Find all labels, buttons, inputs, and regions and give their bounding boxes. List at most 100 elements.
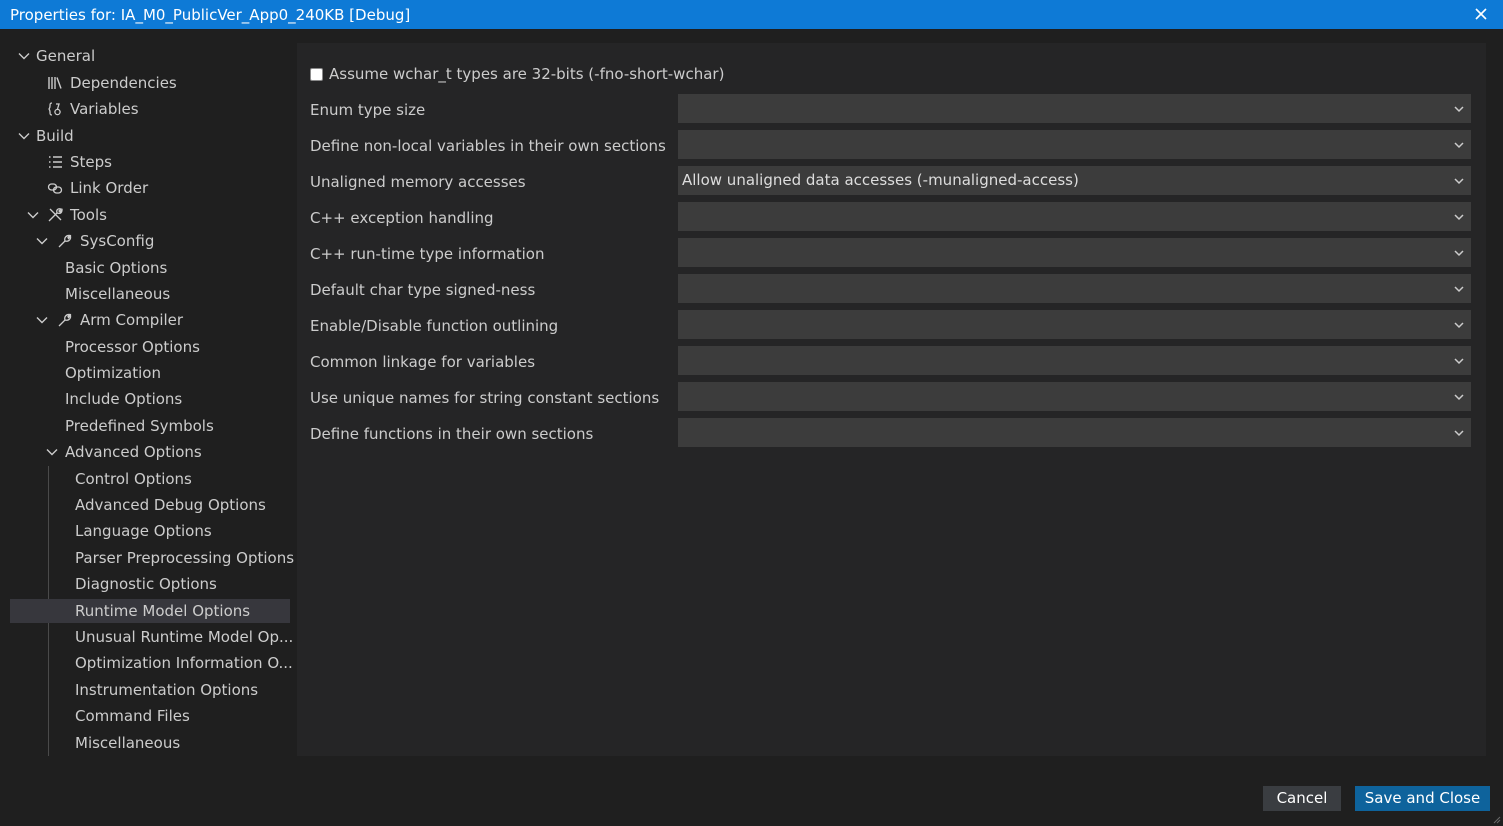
tree-item-processor-options[interactable]: Processor Options (10, 335, 290, 359)
select-cpp-exception-handling[interactable] (678, 202, 1471, 231)
select-cpp-rtti[interactable] (678, 238, 1471, 267)
select-value: Allow unaligned data accesses (-munalign… (682, 171, 1079, 189)
tree-item-unusual-runtime-model-options[interactable]: Unusual Runtime Model Op... (10, 625, 294, 649)
option-label-enum-type-size: Enum type size (310, 101, 426, 119)
tree-item-label: Build (36, 127, 74, 145)
chevron-down-icon[interactable] (36, 235, 48, 247)
tree-item-include-options[interactable]: Include Options (10, 387, 290, 411)
tree-item-label: Steps (70, 153, 112, 171)
tree-item-dependencies[interactable]: Dependencies (10, 71, 290, 95)
tree-item-advanced-miscellaneous[interactable]: Miscellaneous (10, 731, 290, 755)
wchar-32bit-checkbox-row[interactable]: Assume wchar_t types are 32-bits (-fno-s… (310, 64, 724, 84)
option-label-function-sections: Define functions in their own sections (310, 425, 594, 443)
option-label-char-signedness: Default char type signed-ness (310, 281, 536, 299)
option-label-cpp-exception-handling: C++ exception handling (310, 209, 494, 227)
chevron-down-icon[interactable] (18, 50, 30, 62)
option-label-common-linkage: Common linkage for variables (310, 353, 536, 371)
tree-item-runtime-model-options[interactable]: Runtime Model Options (10, 599, 290, 623)
cancel-button[interactable]: Cancel (1263, 786, 1341, 811)
tree-item-label: Language Options (75, 522, 212, 540)
tree-item-basic-options[interactable]: Basic Options (10, 256, 290, 280)
chevron-down-icon (1454, 322, 1464, 329)
option-label-function-outlining: Enable/Disable function outlining (310, 317, 559, 335)
tree-item-build[interactable]: Build (10, 124, 290, 148)
tree-item-label: Processor Options (65, 338, 200, 356)
tree-item-optimization-information-options[interactable]: Optimization Information O... (10, 651, 293, 675)
chevron-down-icon (1454, 106, 1464, 113)
tree-item-language-options[interactable]: Language Options (10, 519, 290, 543)
tree-item-command-files[interactable]: Command Files (10, 704, 290, 728)
tree-item-label: Runtime Model Options (75, 602, 251, 620)
tree-item-instrumentation-options[interactable]: Instrumentation Options (10, 678, 290, 702)
tree-item-label: Include Options (65, 390, 183, 408)
library-icon (48, 77, 62, 89)
tree-item-control-options[interactable]: Control Options (10, 467, 290, 491)
chevron-down-icon (1454, 358, 1464, 365)
tree-item-link-order[interactable]: Link Order (10, 176, 290, 200)
tree-item-tools[interactable]: Tools (10, 203, 290, 227)
chevron-down-icon[interactable] (46, 446, 58, 458)
select-unaligned-memory-accesses[interactable]: Allow unaligned data accesses (-munalign… (678, 166, 1471, 195)
wchar-32bit-checkbox-label: Assume wchar_t types are 32-bits (-fno-s… (329, 65, 725, 83)
tree-item-variables[interactable]: Variables (10, 97, 290, 121)
tree-item-optimization[interactable]: Optimization (10, 361, 290, 385)
tree-item-predefined-symbols[interactable]: Predefined Symbols (10, 414, 290, 438)
tree-item-label: Diagnostic Options (75, 575, 217, 593)
chevron-down-icon (1454, 142, 1464, 149)
select-function-sections[interactable] (678, 418, 1471, 447)
link-icon (47, 183, 63, 194)
option-label-unaligned-memory-accesses: Unaligned memory accesses (310, 173, 526, 191)
wrench-icon (58, 313, 72, 327)
chevron-down-icon[interactable] (27, 209, 39, 221)
chevron-down-icon (1454, 394, 1464, 401)
wrench-icon (58, 234, 72, 248)
title-bar: Properties for: IA_M0_PublicVer_App0_240… (0, 0, 1503, 29)
tree-item-steps[interactable]: Steps (10, 150, 290, 174)
select-char-signedness[interactable] (678, 274, 1471, 303)
select-enum-type-size[interactable] (678, 94, 1471, 123)
tree-item-label: Variables (70, 100, 139, 118)
tree-item-arm-compiler[interactable]: Arm Compiler (10, 308, 290, 332)
tree-item-miscellaneous[interactable]: Miscellaneous (10, 282, 290, 306)
tree-item-label: Optimization Information O... (75, 654, 293, 672)
list-icon (49, 156, 62, 168)
tree-item-label: Advanced Debug Options (75, 496, 266, 514)
chevron-down-icon[interactable] (18, 130, 30, 142)
resize-grip-icon[interactable] (1493, 816, 1501, 824)
tree-item-label: Advanced Options (65, 443, 202, 461)
tools-icon (48, 208, 63, 222)
tree-item-label: Basic Options (65, 259, 168, 277)
tree-item-diagnostic-options[interactable]: Diagnostic Options (10, 572, 290, 596)
close-icon[interactable] (1473, 6, 1489, 22)
chevron-down-icon (1454, 286, 1464, 293)
select-non-local-variables-sections[interactable] (678, 130, 1471, 159)
select-function-outlining[interactable] (678, 310, 1471, 339)
tree-item-label: Miscellaneous (65, 285, 171, 303)
select-unique-string-sections[interactable] (678, 382, 1471, 411)
settings-tree: General Dependencies Variables Build Ste… (0, 43, 295, 763)
tree-item-label: SysConfig (80, 232, 155, 250)
tree-item-label: Tools (70, 206, 107, 224)
tree-item-label: Optimization (65, 364, 161, 382)
chevron-down-icon[interactable] (36, 314, 48, 326)
wchar-32bit-checkbox[interactable] (310, 67, 323, 81)
tree-item-label: Unusual Runtime Model Op... (75, 628, 294, 646)
tree-item-general[interactable]: General (10, 44, 290, 68)
tree-item-advanced-options[interactable]: Advanced Options (10, 440, 290, 464)
select-common-linkage[interactable] (678, 346, 1471, 375)
save-and-close-button[interactable]: Save and Close (1355, 786, 1490, 811)
tree-item-advanced-debug-options[interactable]: Advanced Debug Options (10, 493, 290, 517)
variable-braces-icon (48, 102, 61, 116)
tree-item-label: Command Files (75, 707, 190, 725)
option-label-non-local-variables-sections: Define non-local variables in their own … (310, 137, 666, 155)
tree-item-label: Dependencies (70, 74, 177, 92)
tree-item-label: Parser Preprocessing Options (75, 549, 295, 567)
chevron-down-icon (1454, 214, 1464, 221)
option-label-cpp-rtti: C++ run-time type information (310, 245, 545, 263)
tree-item-label: Instrumentation Options (75, 681, 259, 699)
tree-item-label: Predefined Symbols (65, 417, 214, 435)
option-label-unique-string-sections: Use unique names for string constant sec… (310, 389, 660, 407)
tree-item-parser-preprocessing-options[interactable]: Parser Preprocessing Options (10, 546, 294, 570)
tree-item-sysconfig[interactable]: SysConfig (10, 229, 290, 253)
tree-item-label: Link Order (70, 179, 149, 197)
